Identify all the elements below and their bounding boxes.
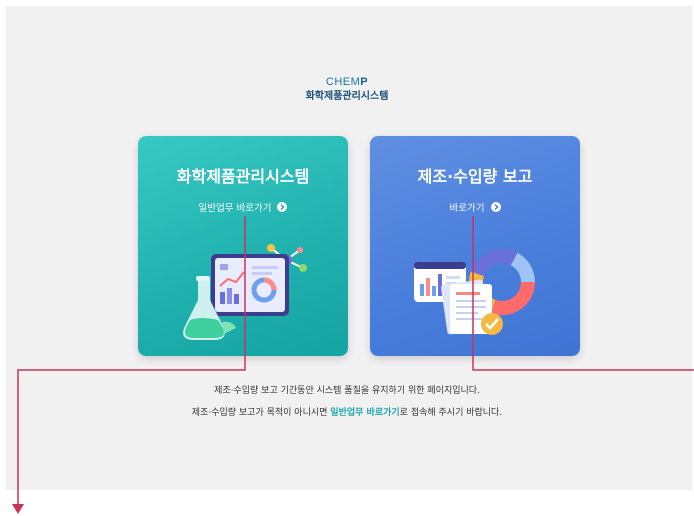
general-work-shortcut-link[interactable]: 일반업무 바로가기 <box>138 200 348 214</box>
arrow-right-icon <box>277 202 288 212</box>
notice-text: 제조·수입량 보고 기간동안 시스템 품질을 유지하기 위한 페이지입니다. 제… <box>0 380 694 424</box>
arrow-right-icon <box>490 202 501 212</box>
report-chart-illustration <box>414 249 535 335</box>
notice-line-2: 제조·수입량 보고가 목적이 아니시면 일반업무 바로가기로 접속해 주시기 바… <box>191 408 503 418</box>
card-title: 화학제품관리시스템 <box>176 167 310 186</box>
logo[interactable]: CHEMP 화학제품관리시스템 <box>0 76 694 103</box>
card-chemical-system[interactable]: 화학제품관리시스템 일반업무 바로가기 <box>138 136 348 356</box>
report-shortcut-link[interactable]: 바로가기 <box>370 200 580 214</box>
notice-line-1: 제조·수입량 보고 기간동안 시스템 품질을 유지하기 위한 페이지입니다. <box>214 386 480 396</box>
notice-highlight-link[interactable]: 일반업무 바로가기 <box>330 408 399 418</box>
annotation-arrowhead <box>12 504 24 514</box>
card-title: 제조·수입량 보고 <box>417 167 533 186</box>
logo-system-name: 화학제품관리시스템 <box>305 91 389 102</box>
card-manufacture-import-report[interactable]: 제조·수입량 보고 바로가기 <box>370 136 580 356</box>
logo-wordmark: CHEMP <box>325 76 369 88</box>
flask-report-illustration <box>183 244 307 340</box>
